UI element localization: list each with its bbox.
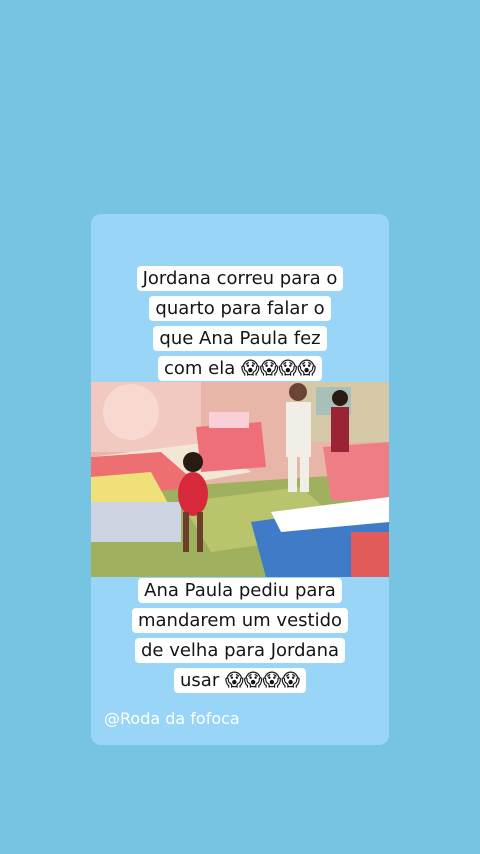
caption-line: Ana Paula pediu para (138, 578, 342, 603)
caption-line: que Ana Paula fez (153, 326, 327, 351)
caption-line: Jordana correu para o (136, 266, 344, 291)
caption-line: mandarem um vestido (131, 608, 349, 633)
caption-line: de velha para Jordana (134, 638, 346, 663)
video-frame[interactable] (91, 382, 389, 577)
top-caption: Jordana correu para o quarto para falar … (0, 264, 480, 384)
author-handle[interactable]: @Roda da fofoca (104, 709, 240, 728)
bedroom-scene-image (91, 382, 389, 577)
caption-line: com ela 😱😱😱😱 (157, 356, 323, 381)
caption-line: usar 😱😱😱😱 (174, 668, 306, 693)
caption-line: quarto para falar o (149, 296, 331, 321)
bottom-caption: Ana Paula pediu para mandarem um vestido… (0, 576, 480, 696)
